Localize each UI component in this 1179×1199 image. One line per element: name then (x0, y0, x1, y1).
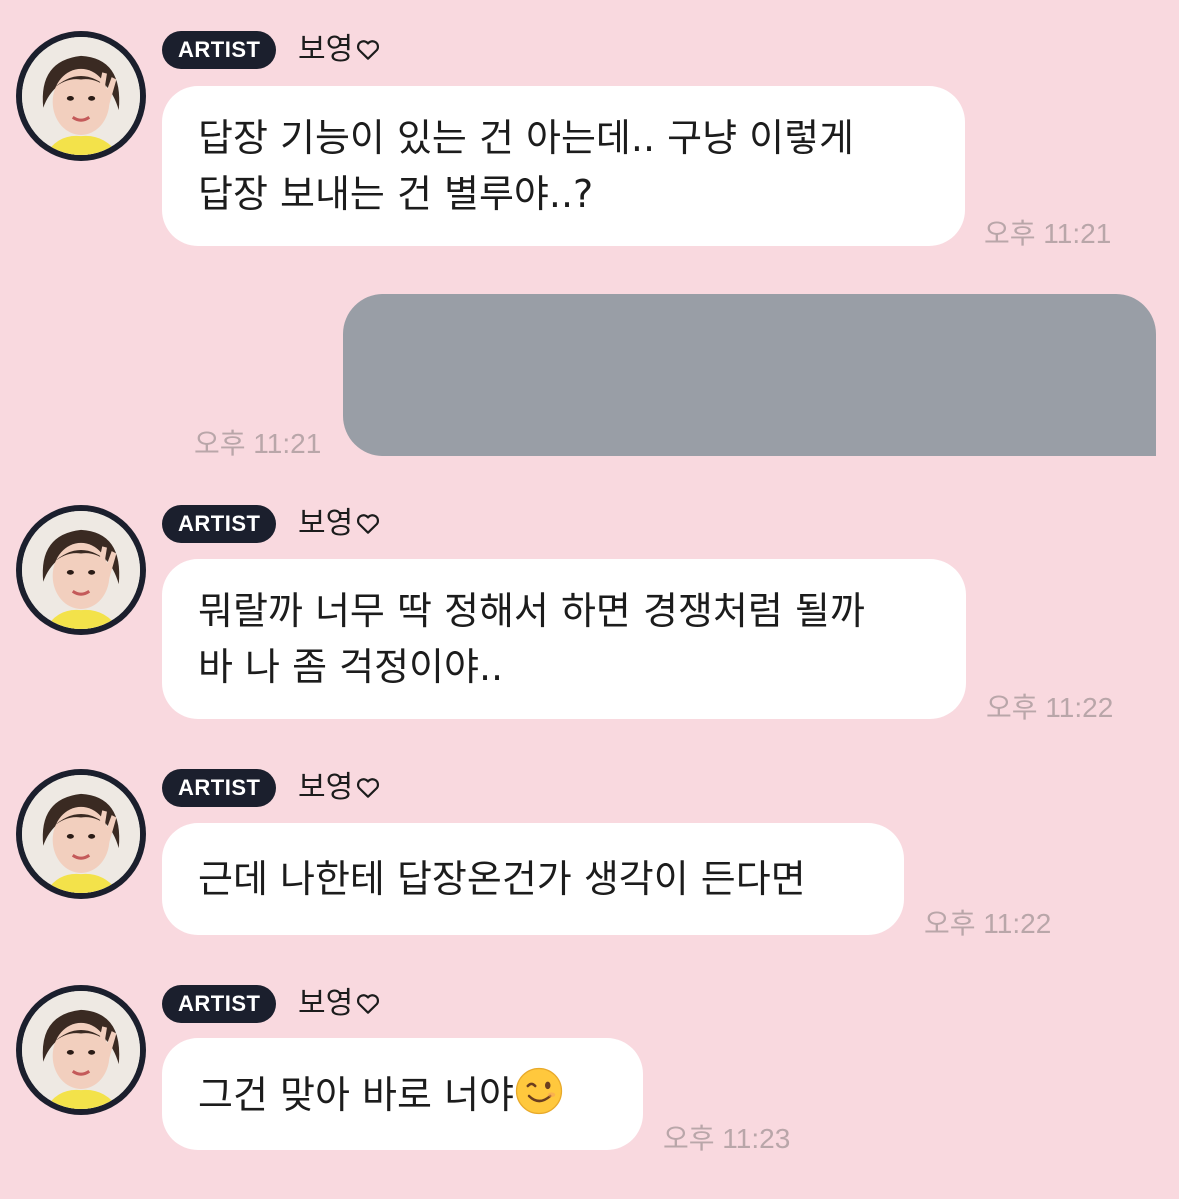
message-text: 그건 맞아 바로 너야 (198, 1072, 514, 1117)
sender-name-text: 보영 (298, 770, 354, 805)
heart-icon (357, 778, 380, 798)
message-bubble[interactable]: 뭐랄까 너무 딱 정해서 하면 경쟁처럼 될까 바 나 좀 걱정이야.. (162, 559, 966, 719)
message-bubble[interactable]: 답장 기능이 있는 건 아는데.. 구냥 이렇게 답장 보내는 건 별루야..? (162, 86, 965, 246)
avatar-photo (22, 991, 140, 1109)
artist-badge: ARTIST (162, 505, 277, 543)
artist-avatar[interactable] (16, 505, 146, 635)
sender-name: 보영 (298, 985, 381, 1023)
message-timestamp: 오후 11:22 (924, 908, 1052, 939)
message-text-line: 답장 기능이 있는 건 아는데.. 구냥 이렇게 (198, 116, 854, 160)
avatar-photo (22, 37, 140, 155)
message-bubble[interactable]: 근데 나한테 답장온건가 생각이 든다면 (162, 823, 904, 935)
chat-thread[interactable]: ARTIST 보영 답장 기능이 있는 건 아는데.. 구냥 이렇게 답장 보내… (0, 0, 1179, 1199)
heart-icon (357, 994, 380, 1014)
avatar-photo (22, 775, 140, 893)
sender-name: 보영 (298, 31, 381, 69)
sender-name-text: 보영 (298, 986, 354, 1021)
sender-name: 보영 (298, 505, 381, 543)
message-timestamp: 오후 11:21 (194, 428, 322, 459)
avatar-photo (22, 511, 140, 629)
sender-name-text: 보영 (298, 32, 354, 67)
sender-name: 보영 (298, 769, 381, 807)
winking-face-emoji (515, 1067, 563, 1114)
artist-badge: ARTIST (162, 31, 277, 69)
sender-name-text: 보영 (298, 506, 354, 541)
artist-badge: ARTIST (162, 985, 277, 1023)
message-text-line: 뭐랄까 너무 딱 정해서 하면 경쟁처럼 될까 (198, 589, 865, 633)
message-timestamp: 오후 11:21 (984, 218, 1112, 249)
artist-avatar[interactable] (16, 31, 146, 161)
heart-icon (357, 514, 380, 534)
message-timestamp: 오후 11:22 (986, 692, 1114, 723)
artist-avatar[interactable] (16, 769, 146, 899)
message-bubble[interactable]: 그건 맞아 바로 너야 (162, 1038, 643, 1150)
message-text-line: 바 나 좀 걱정이야.. (198, 645, 504, 689)
heart-icon (357, 40, 380, 60)
artist-badge: ARTIST (162, 769, 277, 807)
outgoing-message-bubble[interactable] (343, 294, 1156, 456)
artist-avatar[interactable] (16, 985, 146, 1115)
message-text-line: 근데 나한테 답장온건가 생각이 든다면 (198, 857, 806, 901)
message-text-line: 답장 보내는 건 별루야..? (198, 172, 594, 216)
message-timestamp: 오후 11:23 (663, 1123, 791, 1154)
message-text-line: 그건 맞아 바로 너야 (198, 1066, 607, 1123)
